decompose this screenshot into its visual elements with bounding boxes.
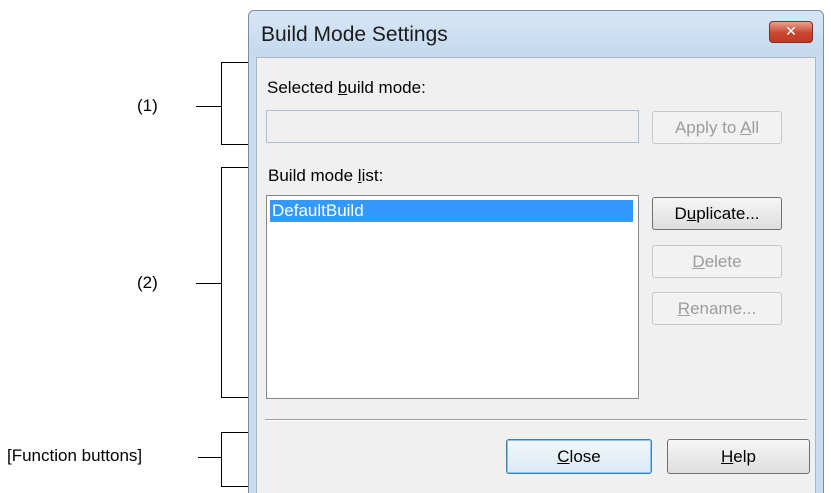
rename-button[interactable]: Rename...	[652, 292, 782, 325]
close-button[interactable]: Close	[506, 439, 652, 474]
annotation-label-2: (2)	[137, 273, 158, 292]
dialog-client-area: Selected build mode: Apply to All Build …	[256, 57, 816, 493]
annotation-leader-1	[196, 106, 222, 107]
annotation-bracket-1-bottom	[221, 144, 248, 145]
annotation-leader-3	[198, 457, 222, 458]
annotation-bracket-2-top	[221, 167, 248, 168]
annotation-bracket-2-bottom	[221, 397, 248, 398]
annotation-bracket-1	[221, 62, 222, 145]
apply-to-all-button[interactable]: Apply to All	[652, 111, 782, 144]
list-item[interactable]: DefaultBuild	[270, 200, 633, 222]
annotation-bracket-1-top	[221, 62, 248, 63]
annotation-label-function-buttons: [Function buttons]	[7, 446, 143, 465]
dialog-title: Build Mode Settings	[261, 23, 448, 46]
title-bar[interactable]: Build Mode Settings ✕	[249, 11, 823, 57]
build-mode-settings-dialog: Build Mode Settings ✕ Selected build mod…	[248, 10, 824, 493]
build-mode-list-label: Build mode list:	[268, 166, 384, 185]
delete-button[interactable]: Delete	[652, 245, 782, 278]
annotation-bracket-3-bottom	[221, 486, 248, 487]
help-button[interactable]: Help	[667, 439, 810, 474]
annotation-label-1: (1)	[137, 96, 158, 115]
annotation-bracket-2	[221, 167, 222, 398]
selected-build-mode-label: Selected build mode:	[267, 78, 426, 97]
duplicate-button[interactable]: Duplicate...	[652, 197, 782, 230]
annotation-bracket-3-top	[221, 432, 248, 433]
selected-build-mode-field[interactable]	[266, 110, 639, 143]
separator	[265, 419, 807, 421]
annotation-bracket-3	[221, 432, 222, 487]
close-x-icon[interactable]: ✕	[769, 21, 813, 43]
build-mode-listbox[interactable]: DefaultBuild	[266, 195, 639, 399]
annotation-leader-2	[196, 283, 222, 284]
